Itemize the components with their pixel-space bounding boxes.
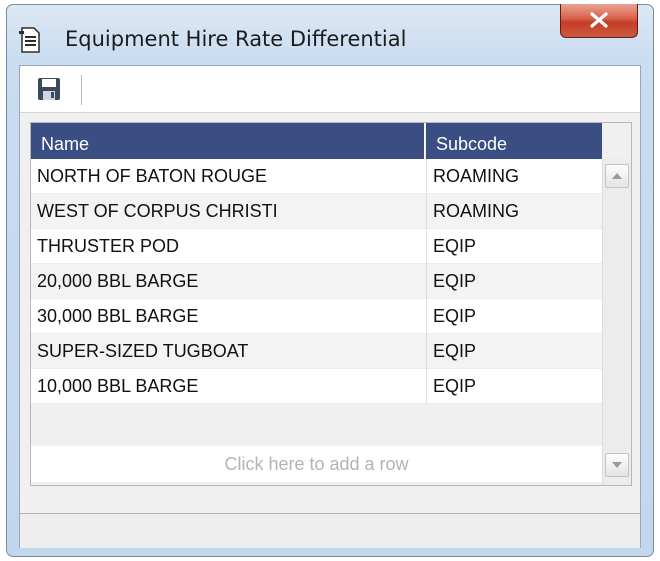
- table-row[interactable]: NORTH OF BATON ROUGE ROAMING: [31, 159, 602, 194]
- toolbar: [20, 66, 640, 113]
- grid-header: Name Subcode: [31, 123, 631, 159]
- grid-rows: NORTH OF BATON ROUGE ROAMING WEST OF COR…: [31, 159, 602, 482]
- cell-name[interactable]: 30,000 BBL BARGE: [31, 299, 425, 334]
- data-grid: Name Subcode NORTH OF BATON ROUGE ROAMIN…: [30, 122, 632, 486]
- vertical-scrollbar[interactable]: [602, 159, 631, 485]
- column-header-name[interactable]: Name: [31, 123, 425, 159]
- window-title: Equipment Hire Rate Differential: [65, 27, 407, 51]
- scroll-down-button[interactable]: [605, 453, 629, 477]
- cell-subcode[interactable]: EQIP: [426, 334, 602, 369]
- save-icon: [36, 78, 62, 105]
- cell-subcode[interactable]: ROAMING: [426, 159, 602, 194]
- cell-name[interactable]: NORTH OF BATON ROUGE: [31, 159, 425, 194]
- cell-name[interactable]: SUPER-SIZED TUGBOAT: [31, 334, 425, 369]
- cell-subcode[interactable]: ROAMING: [426, 194, 602, 229]
- table-row[interactable]: 10,000 BBL BARGE EQIP: [31, 369, 602, 404]
- cell-subcode[interactable]: EQIP: [426, 264, 602, 299]
- cell-name[interactable]: 10,000 BBL BARGE: [31, 369, 425, 404]
- table-row[interactable]: SUPER-SIZED TUGBOAT EQIP: [31, 334, 602, 369]
- title-bar[interactable]: Equipment Hire Rate Differential: [7, 4, 653, 65]
- status-bar: [20, 513, 640, 548]
- table-row[interactable]: 20,000 BBL BARGE EQIP: [31, 264, 602, 299]
- toolbar-separator: [81, 75, 82, 105]
- cell-subcode[interactable]: EQIP: [426, 229, 602, 264]
- save-button[interactable]: [36, 77, 62, 101]
- table-row[interactable]: THRUSTER POD EQIP: [31, 229, 602, 264]
- cell-subcode[interactable]: EQIP: [426, 299, 602, 334]
- cell-name[interactable]: WEST OF CORPUS CHRISTI: [31, 194, 425, 229]
- add-row-button[interactable]: Click here to add a row: [31, 446, 602, 482]
- scroll-up-button[interactable]: [605, 164, 629, 188]
- dialog-content: Name Subcode NORTH OF BATON ROUGE ROAMIN…: [19, 65, 641, 548]
- table-row[interactable]: WEST OF CORPUS CHRISTI ROAMING: [31, 194, 602, 229]
- table-row[interactable]: 30,000 BBL BARGE EQIP: [31, 299, 602, 334]
- close-button[interactable]: [560, 4, 638, 38]
- header-filler: [602, 123, 631, 159]
- document-list-icon: [19, 27, 41, 53]
- cell-subcode[interactable]: EQIP: [426, 369, 602, 404]
- cell-name[interactable]: THRUSTER POD: [31, 229, 425, 264]
- dialog-window: Equipment Hire Rate Differential Name Su…: [6, 4, 654, 557]
- cell-name[interactable]: 20,000 BBL BARGE: [31, 264, 425, 299]
- column-header-subcode[interactable]: Subcode: [426, 123, 602, 159]
